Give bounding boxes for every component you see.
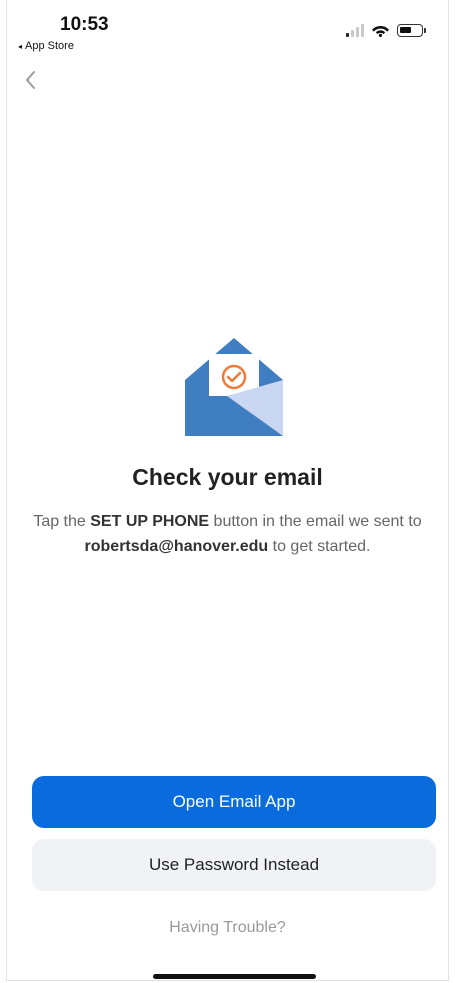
- instructions-text: Tap the SET UP PHONE button in the email…: [33, 513, 422, 555]
- home-indicator[interactable]: [153, 974, 316, 979]
- page-title: Check your email: [132, 464, 323, 490]
- open-email-app-button[interactable]: Open Email App: [32, 776, 436, 828]
- email-address: robertsda@hanover.edu: [84, 538, 269, 555]
- back-triangle-icon: ◂: [18, 41, 23, 51]
- having-trouble-link[interactable]: Having Trouble?: [0, 919, 455, 937]
- battery-icon: [397, 24, 426, 37]
- setup-phone-emphasis: SET UP PHONE: [90, 513, 210, 530]
- back-app-label: App Store: [25, 40, 74, 52]
- cellular-signal-icon: [346, 23, 364, 37]
- email-check-icon: [185, 338, 283, 436]
- wifi-icon: [372, 26, 389, 37]
- use-password-instead-button[interactable]: Use Password Instead: [32, 839, 436, 891]
- chevron-left-icon[interactable]: [21, 68, 43, 92]
- back-to-app-store-link[interactable]: ◂ App Store: [18, 40, 74, 52]
- status-icons: [346, 23, 426, 37]
- status-time: 10:53: [60, 14, 109, 35]
